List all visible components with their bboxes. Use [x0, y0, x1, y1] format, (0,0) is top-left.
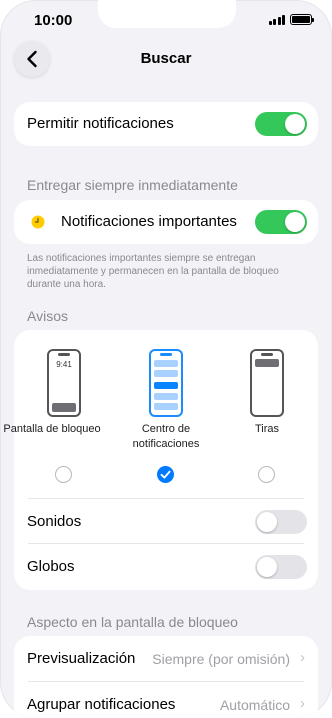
chevron-right-icon: ›: [300, 649, 305, 666]
sounds-label: Sonidos: [27, 513, 82, 530]
preview-label: Previsualización: [27, 650, 136, 667]
clock-icon: [31, 215, 45, 229]
status-time: 10:00: [34, 12, 73, 29]
notification-center-radio[interactable]: [157, 466, 174, 483]
group-notifications-label: Agrupar notificaciones: [27, 696, 176, 713]
badges-label: Globos: [27, 558, 75, 575]
page-title: Buscar: [140, 50, 192, 67]
lock-screen-section-header: Aspecto en la pantalla de bloqueo: [27, 614, 238, 630]
sounds-toggle[interactable]: [255, 510, 307, 534]
important-notifications-card: Notificaciones importantes: [14, 200, 318, 244]
important-notifications-footnote: Las notificaciones importantes siempre s…: [27, 253, 279, 290]
badges-toggle[interactable]: [255, 555, 307, 579]
allow-notifications-label: Permitir notificaciones: [27, 115, 174, 132]
battery-icon: [290, 14, 314, 25]
checkmark-icon: [160, 470, 171, 479]
alerts-divider-2: [28, 543, 304, 544]
alerts-divider-1: [28, 498, 304, 499]
immediate-section-header: Entregar siempre inmediatamente: [27, 177, 238, 193]
camera-notch: [98, 0, 236, 28]
lock-screen-card: Previsualización Siempre (por omisión) ›…: [14, 636, 318, 718]
notification-center-option[interactable]: [149, 349, 183, 417]
important-notifications-toggle[interactable]: [255, 210, 307, 234]
preview-row[interactable]: Previsualización Siempre (por omisión) ›: [14, 636, 318, 681]
lock-screen-option[interactable]: 9:41: [47, 349, 81, 417]
banners-radio[interactable]: [258, 466, 275, 483]
lock-screen-radio[interactable]: [55, 466, 72, 483]
important-notifications-label: Notificaciones importantes: [61, 213, 237, 230]
allow-notifications-toggle[interactable]: [255, 112, 307, 136]
phone-screen: 10:00 Buscar Permitir notificaciones Ent…: [0, 0, 332, 718]
banners-label: Tiras: [254, 423, 280, 435]
alerts-card: 9:41 Pantalla de bloqueo Centro de notif…: [3, 330, 318, 590]
banners-option[interactable]: [250, 349, 284, 417]
signal-icon: [268, 14, 285, 25]
chevron-right-icon: ›: [300, 695, 305, 712]
group-notifications-value: Automático: [219, 697, 290, 713]
group-notifications-row[interactable]: Agrupar notificaciones Automático ›: [14, 682, 318, 718]
preview-value: Siempre (por omisión): [152, 651, 290, 667]
status-icons: [268, 14, 314, 25]
notification-center-label: Centro de notificaciones: [132, 423, 200, 450]
lock-screen-label: Pantalla de bloqueo: [3, 423, 101, 435]
alerts-section-header: Avisos: [27, 308, 68, 324]
lock-screen-time: 9:41: [56, 360, 72, 369]
allow-notifications-card: Permitir notificaciones: [14, 102, 318, 146]
